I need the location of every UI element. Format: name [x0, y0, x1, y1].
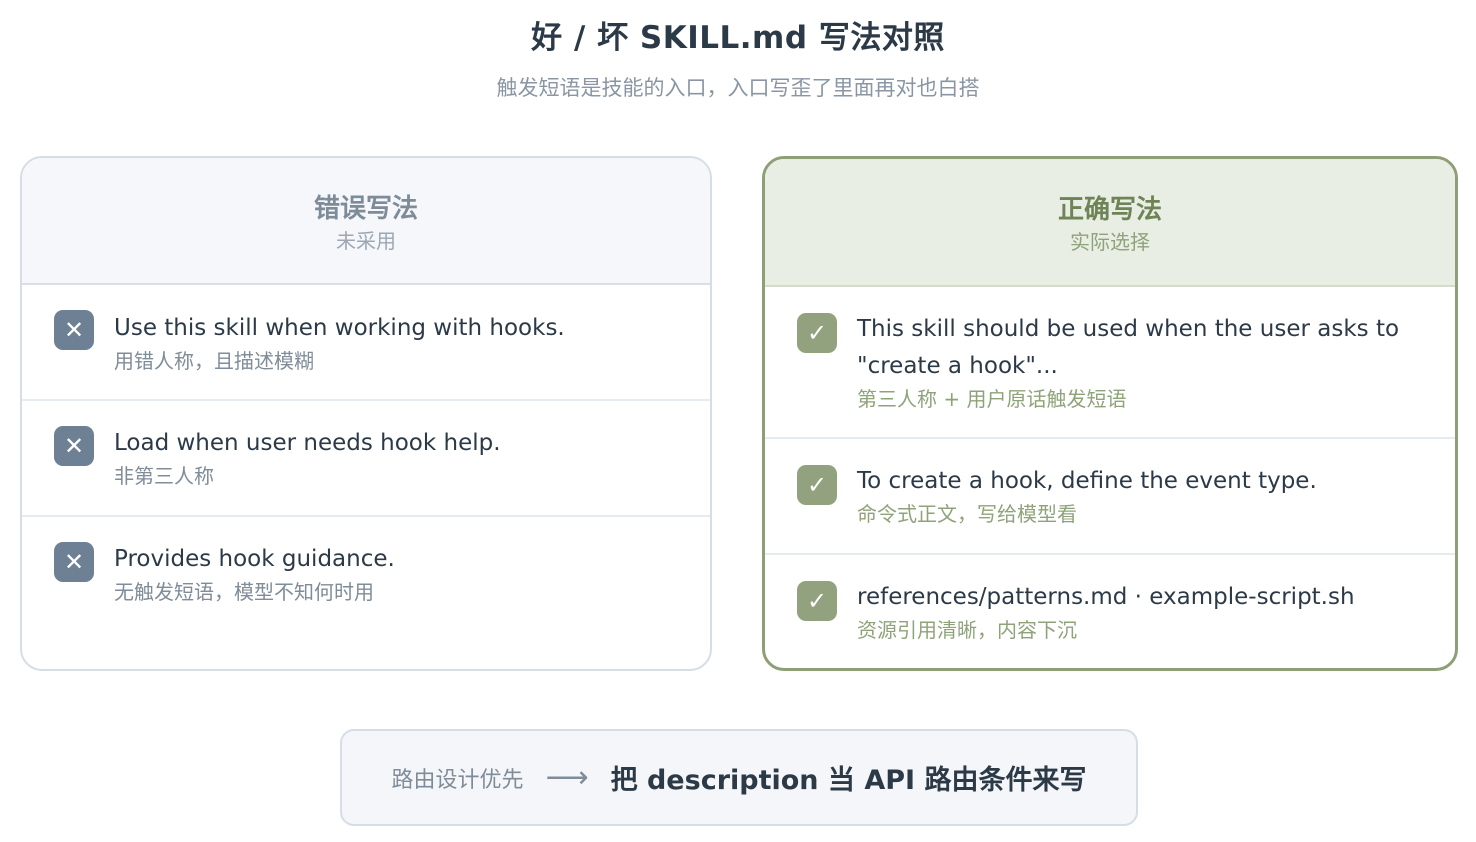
- good-item-note: 资源引用清晰，内容下沉: [857, 618, 1077, 642]
- bad-card-subtitle: 未采用: [336, 229, 396, 253]
- bad-item: ✕ Load when user needs hook help. 非第三人称: [22, 401, 710, 517]
- good-item: ✓ references/patterns.md · example-scrip…: [765, 555, 1455, 668]
- bad-card-title: 错误写法: [313, 194, 418, 224]
- arrow-right-icon: ⟶: [545, 759, 589, 795]
- good-card-title: 正确写法: [1057, 195, 1162, 225]
- page-subtitle: 触发短语是技能的入口，入口写歪了里面再对也白搭: [496, 76, 980, 100]
- bad-example-card: 错误写法 未采用 ✕ Use this skill when working w…: [20, 156, 712, 671]
- cross-icon: ✕: [54, 542, 94, 582]
- good-item-text: To create a hook, define the event type.: [857, 468, 1317, 494]
- bad-item: ✕ Provides hook guidance. 无触发短语，模型不知何时用: [22, 517, 710, 669]
- page-title: 好 / 坏 SKILL.md 写法对照: [531, 20, 945, 56]
- good-item-text: references/patterns.md · example-script.…: [857, 584, 1355, 610]
- good-item: ✓ To create a hook, define the event typ…: [765, 439, 1455, 555]
- cross-icon: ✕: [54, 310, 94, 350]
- summary-banner: 路由设计优先 ⟶ 把 description 当 API 路由条件来写: [340, 729, 1138, 826]
- bad-item-text: Provides hook guidance.: [114, 546, 395, 572]
- good-item-text: This skill should be used when the user …: [857, 316, 1400, 379]
- bad-item-text: Load when user needs hook help.: [114, 430, 501, 456]
- check-icon: ✓: [797, 581, 837, 621]
- good-item: ✓ This skill should be used when the use…: [765, 287, 1455, 439]
- good-card-subtitle: 实际选择: [1070, 230, 1150, 254]
- bad-item: ✕ Use this skill when working with hooks…: [22, 285, 710, 401]
- bad-item-note: 非第三人称: [114, 464, 214, 488]
- good-card-header: 正确写法 实际选择: [765, 159, 1455, 287]
- bad-card-header: 错误写法 未采用: [22, 158, 710, 285]
- good-item-note: 第三人称 + 用户原话触发短语: [857, 387, 1127, 411]
- cross-icon: ✕: [54, 426, 94, 466]
- good-item-note: 命令式正文，写给模型看: [857, 502, 1077, 526]
- bad-item-text: Use this skill when working with hooks.: [114, 315, 565, 341]
- good-example-card: 正确写法 实际选择 ✓ This skill should be used wh…: [762, 156, 1458, 671]
- banner-right-text: 把 description 当 API 路由条件来写: [610, 765, 1087, 796]
- check-icon: ✓: [797, 313, 837, 353]
- bad-item-note: 用错人称，且描述模糊: [114, 349, 314, 373]
- bad-item-note: 无触发短语，模型不知何时用: [114, 580, 374, 604]
- banner-left-text: 路由设计优先: [391, 767, 524, 793]
- check-icon: ✓: [797, 465, 837, 505]
